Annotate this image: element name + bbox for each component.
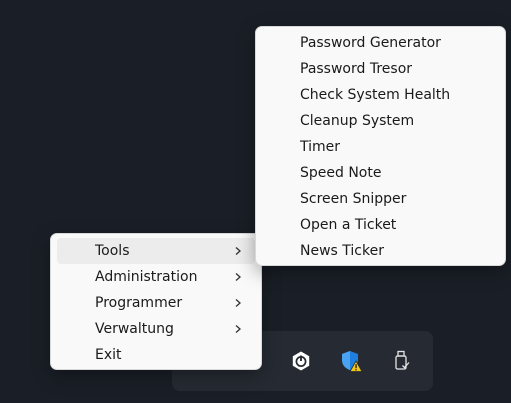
submenu-item-timer[interactable]: Timer xyxy=(262,134,499,160)
submenu-item-cleanup-system[interactable]: Cleanup System xyxy=(262,108,499,134)
menu-item-label: Exit xyxy=(95,347,122,363)
submenu-item-label: Timer xyxy=(300,139,341,155)
submenu-item-news-ticker[interactable]: News Ticker xyxy=(262,238,499,264)
submenu-item-label: Open a Ticket xyxy=(300,217,397,233)
chevron-right-icon xyxy=(235,325,241,333)
submenu-item-label: Password Tresor xyxy=(300,61,413,77)
menu-item-exit[interactable]: Exit xyxy=(57,342,255,368)
menu-item-programmer[interactable]: Programmer xyxy=(57,290,255,316)
power-app-icon[interactable] xyxy=(285,345,317,377)
menu-item-label: Programmer xyxy=(95,295,183,311)
menu-item-label: Verwaltung xyxy=(95,321,174,337)
menu-item-administration[interactable]: Administration xyxy=(57,264,255,290)
chevron-right-icon xyxy=(235,299,241,307)
submenu-item-open-a-ticket[interactable]: Open a Ticket xyxy=(262,212,499,238)
submenu-item-label: Password Generator xyxy=(300,35,441,51)
menu-item-tools[interactable]: Tools xyxy=(57,238,255,264)
submenu-item-check-system-health[interactable]: Check System Health xyxy=(262,82,499,108)
security-warning-icon[interactable] xyxy=(335,345,367,377)
usb-drive-icon[interactable] xyxy=(385,345,417,377)
submenu-item-password-tresor[interactable]: Password Tresor xyxy=(262,56,499,82)
submenu-item-label: News Ticker xyxy=(300,243,384,259)
submenu-item-speed-note[interactable]: Speed Note xyxy=(262,160,499,186)
submenu-item-label: Check System Health xyxy=(300,87,451,103)
submenu-item-screen-snipper[interactable]: Screen Snipper xyxy=(262,186,499,212)
menu-item-verwaltung[interactable]: Verwaltung xyxy=(57,316,255,342)
menu-item-label: Administration xyxy=(95,269,198,285)
submenu-item-password-generator[interactable]: Password Generator xyxy=(262,30,499,56)
submenu-item-label: Speed Note xyxy=(300,165,382,181)
submenu-item-label: Screen Snipper xyxy=(300,191,407,207)
menu-item-label: Tools xyxy=(95,243,130,259)
tools-submenu: Password Generator Password Tresor Check… xyxy=(255,26,506,266)
chevron-right-icon xyxy=(235,247,241,255)
chevron-right-icon xyxy=(235,273,241,281)
desktop: Tools Administration Programmer Verwaltu… xyxy=(0,0,511,403)
submenu-item-label: Cleanup System xyxy=(300,113,415,129)
context-menu: Tools Administration Programmer Verwaltu… xyxy=(50,233,262,370)
